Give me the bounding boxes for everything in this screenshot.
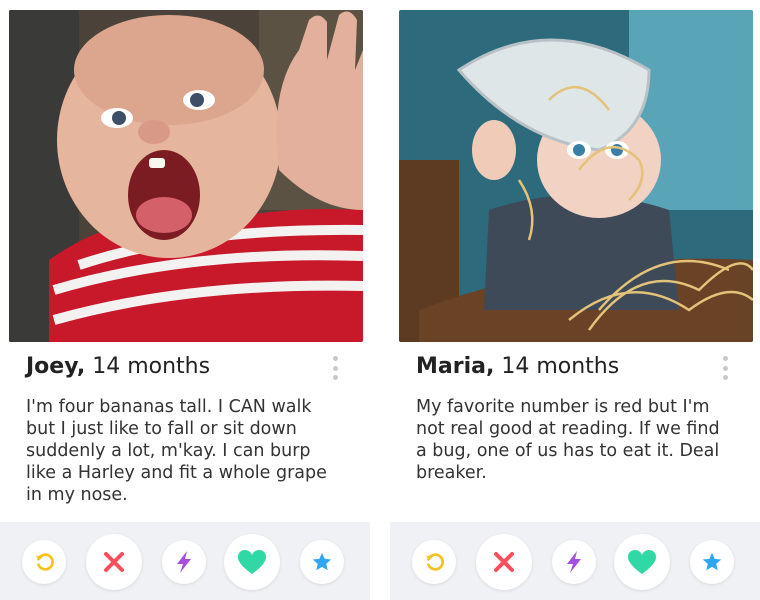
profile-bio: My favorite number is red but I'm not re… bbox=[416, 397, 720, 483]
boost-bolt-icon bbox=[177, 551, 191, 573]
super-like-star-icon bbox=[312, 552, 332, 571]
like-button[interactable] bbox=[614, 534, 670, 590]
boost-bolt-icon bbox=[567, 551, 581, 573]
action-bar bbox=[390, 522, 760, 600]
boost-button[interactable] bbox=[552, 540, 596, 584]
profile-card-joey[interactable]: Joey, 14 months I'm four bananas tall. I… bbox=[0, 0, 370, 600]
rewind-icon bbox=[35, 553, 54, 571]
more-options-icon[interactable] bbox=[722, 356, 728, 380]
profile-name: Joey, bbox=[26, 354, 86, 379]
super-like-star-icon bbox=[702, 552, 722, 571]
more-options-icon[interactable] bbox=[332, 356, 338, 380]
profile-bio: I'm four bananas tall. I CAN walk but I … bbox=[26, 397, 327, 505]
nope-button[interactable] bbox=[86, 534, 142, 590]
profile-headline: Joey, 14 months bbox=[26, 350, 352, 384]
nope-button[interactable] bbox=[476, 534, 532, 590]
like-heart-icon bbox=[628, 550, 656, 574]
profile-age: 14 months bbox=[501, 354, 620, 379]
rewind-button[interactable] bbox=[412, 540, 456, 584]
rewind-button[interactable] bbox=[22, 540, 66, 584]
action-bar bbox=[0, 522, 370, 600]
super-like-button[interactable] bbox=[690, 540, 734, 584]
profile-photo-maria bbox=[399, 10, 753, 342]
like-heart-icon bbox=[238, 550, 266, 574]
profile-headline: Maria, 14 months bbox=[416, 350, 742, 384]
nope-x-icon bbox=[104, 552, 124, 572]
nope-x-icon bbox=[494, 552, 514, 572]
profile-card-maria[interactable]: Maria, 14 months My favorite number is r… bbox=[390, 0, 760, 600]
super-like-button[interactable] bbox=[300, 540, 344, 584]
profile-photo-joey bbox=[9, 10, 363, 342]
profile-name: Maria, bbox=[416, 354, 495, 379]
boost-button[interactable] bbox=[162, 540, 206, 584]
profile-age: 14 months bbox=[92, 354, 211, 379]
rewind-icon bbox=[425, 553, 444, 571]
like-button[interactable] bbox=[224, 534, 280, 590]
